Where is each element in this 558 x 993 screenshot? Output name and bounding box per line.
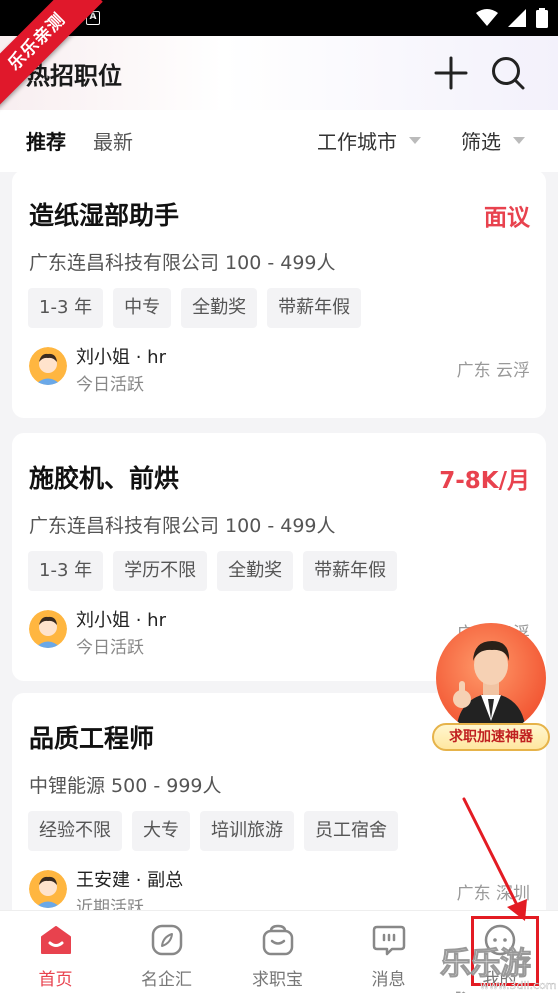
company-info: 中锂能源 500 - 999人 (29, 775, 222, 797)
job-tag: 大专 (132, 811, 190, 851)
battery-icon (536, 8, 548, 28)
job-tag: 员工宿舍 (304, 811, 398, 851)
recruiter-name: 刘小姐 · hr (76, 610, 166, 631)
job-title: 品质工程师 (29, 724, 155, 753)
job-tag: 经验不限 (28, 811, 122, 851)
add-icon[interactable] (432, 54, 470, 92)
recruiter-activity: 今日活跃 (76, 375, 144, 395)
job-location: 广东 云浮 (456, 361, 530, 381)
nav-label: 名企汇 (141, 970, 192, 990)
job-title: 造纸湿部助手 (29, 201, 180, 230)
nav-label: 消息 (371, 970, 406, 990)
tab-bar: 推荐 最新 工作城市 筛选 (0, 110, 558, 172)
recruiter-name: 刘小姐 · hr (76, 347, 166, 368)
home-icon (41, 926, 71, 954)
nav-label: 求职宝 (252, 970, 303, 990)
recruiter-activity: 今日活跃 (76, 638, 144, 658)
nav-job-treasure[interactable]: 求职宝 (222, 911, 333, 993)
job-tag: 中专 (113, 288, 172, 328)
compass-icon (151, 924, 183, 956)
job-salary: 7-8K/月 (439, 468, 530, 494)
recruiter-avatar (29, 347, 67, 385)
screen-filter-label: 筛选 (461, 130, 501, 154)
promo-avatar (436, 623, 546, 733)
nav-messages[interactable]: 消息 (333, 911, 444, 993)
job-tags: 1-3 年 学历不限 全勤奖 带薪年假 (28, 551, 398, 591)
search-icon[interactable] (489, 54, 527, 92)
job-tag: 全勤奖 (217, 551, 294, 591)
page-header: 热招职位 (0, 36, 558, 110)
job-card[interactable]: 造纸湿部助手 面议 广东连昌科技有限公司 100 - 499人 1-3 年 中专… (12, 172, 546, 418)
job-tags: 经验不限 大专 培训旅游 员工宿舍 (28, 811, 398, 851)
site-watermark: 乐乐游戏 www.3dll.com (440, 938, 558, 993)
job-tag: 带薪年假 (303, 551, 398, 591)
job-tag: 全勤奖 (181, 288, 258, 328)
nav-home[interactable]: 首页 (0, 911, 111, 993)
chevron-down-icon (513, 137, 525, 144)
tab-latest[interactable]: 最新 (93, 126, 133, 155)
job-tags: 1-3 年 中专 全勤奖 带薪年假 (28, 288, 362, 328)
signal-icon (508, 9, 526, 27)
chevron-down-icon (409, 137, 421, 144)
wifi-icon (476, 9, 498, 26)
job-tag: 带薪年假 (267, 288, 362, 328)
page-title: 热招职位 (26, 62, 122, 90)
job-tag: 培训旅游 (200, 811, 294, 851)
job-tag: 1-3 年 (28, 551, 104, 591)
city-filter-label: 工作城市 (317, 130, 397, 154)
promo-label: 求职加速神器 (432, 723, 550, 751)
recruiter-avatar (29, 610, 67, 648)
job-tag: 学历不限 (113, 551, 208, 591)
company-info: 广东连昌科技有限公司 100 - 499人 (29, 515, 336, 537)
city-filter[interactable]: 工作城市 (317, 126, 421, 155)
screen-filter[interactable]: 筛选 (461, 126, 525, 155)
nav-label: 首页 (38, 970, 73, 990)
company-info: 广东连昌科技有限公司 100 - 499人 (29, 252, 336, 274)
businessman-icon (453, 641, 526, 733)
job-title: 施胶机、前烘 (29, 464, 180, 493)
status-bar: A (0, 0, 558, 36)
job-tag: 1-3 年 (28, 288, 104, 328)
recruiter-avatar (29, 870, 67, 908)
annotation-arrow-icon (462, 797, 527, 921)
job-salary: 面议 (484, 205, 530, 231)
recruiter-name: 王安建 · 副总 (76, 870, 184, 891)
bag-icon (262, 924, 294, 956)
recruiter-activity: 近期活跃 (76, 898, 144, 910)
notification-a-icon: A (86, 11, 100, 25)
tab-recommended[interactable]: 推荐 (26, 126, 66, 155)
status-icons (476, 8, 548, 28)
message-icon (372, 925, 406, 956)
nav-companies[interactable]: 名企汇 (111, 911, 222, 993)
watermark-url: www.3dll.com (480, 979, 557, 992)
job-boost-promo[interactable]: 求职加速神器 (432, 615, 550, 755)
